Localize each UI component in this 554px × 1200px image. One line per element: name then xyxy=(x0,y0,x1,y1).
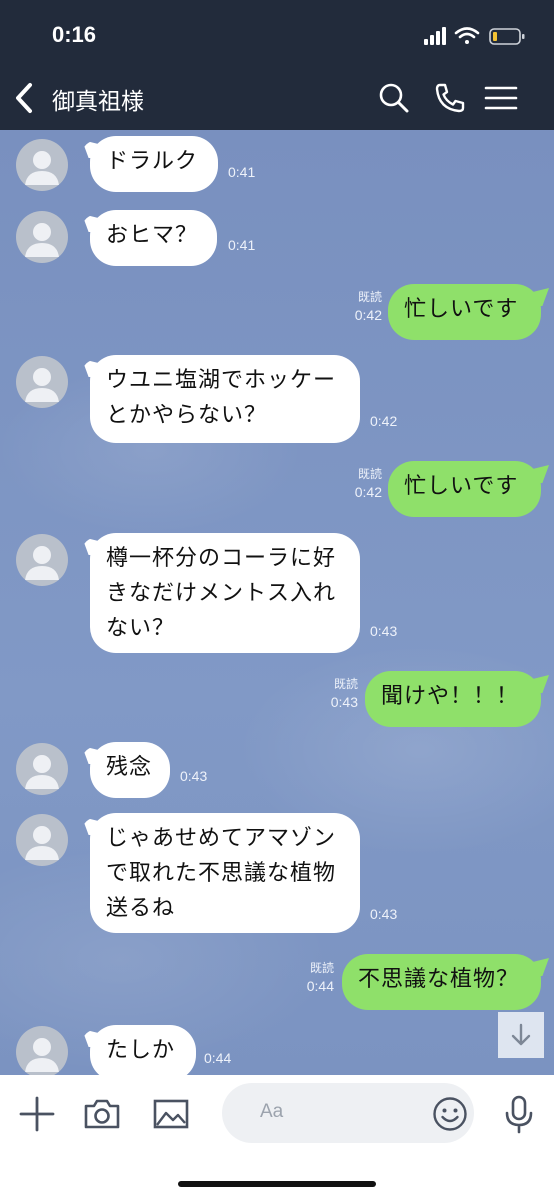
message-input[interactable]: Aa xyxy=(222,1083,474,1143)
message-time: 0:43 xyxy=(370,906,398,922)
incoming-message[interactable]: 残念 xyxy=(90,742,170,798)
incoming-message[interactable]: たしか xyxy=(90,1025,196,1075)
message-time: 0:42 xyxy=(354,484,382,500)
search-icon[interactable] xyxy=(376,80,412,116)
read-receipt: 既読 xyxy=(309,961,334,975)
message-time: 0:44 xyxy=(306,978,334,994)
message-text: 不思議な植物？ xyxy=(358,967,520,992)
contact-avatar[interactable] xyxy=(16,814,68,866)
chat-title: 御真祖様 xyxy=(52,89,144,115)
message-meta: 既読 0:42 xyxy=(340,288,382,324)
message-line: じゃあせめてアマゾン xyxy=(106,826,337,851)
message-meta: 既読 0:42 xyxy=(340,465,382,501)
arrow-down-icon xyxy=(511,1023,531,1046)
default-avatar-icon xyxy=(25,223,59,257)
phone-icon[interactable] xyxy=(432,80,468,116)
incoming-message[interactable]: 樽一杯分のコーラに好 きなだけメントス入れ ない？ xyxy=(90,533,360,653)
outgoing-message[interactable]: 不思議な植物？ xyxy=(342,954,541,1010)
outgoing-message[interactable]: 忙しいです xyxy=(388,461,541,517)
contact-avatar[interactable] xyxy=(16,1026,68,1075)
contact-avatar[interactable] xyxy=(16,139,68,191)
message-line: ない？ xyxy=(106,616,176,641)
message-time: 0:43 xyxy=(370,623,398,639)
status-time: 0:16 xyxy=(52,22,97,47)
chevron-left-icon xyxy=(16,83,32,113)
plus-icon[interactable] xyxy=(16,1093,58,1135)
input-placeholder: Aa xyxy=(260,1101,284,1122)
message-time: 0:42 xyxy=(354,307,382,323)
read-receipt: 既読 xyxy=(357,290,382,304)
contact-avatar[interactable] xyxy=(16,211,68,263)
contact-avatar[interactable] xyxy=(16,534,68,586)
signal-icon xyxy=(424,27,446,45)
outgoing-message[interactable]: 忙しいです xyxy=(388,284,541,340)
default-avatar-icon xyxy=(25,1038,59,1072)
message-line: で取れた不思議な植物 xyxy=(106,861,337,886)
menu-icon[interactable] xyxy=(484,80,518,116)
status-icons xyxy=(424,27,525,45)
incoming-message[interactable]: ウユニ塩湖でホッケー とかやらない？ xyxy=(90,355,360,443)
message-text: 忙しいです xyxy=(404,297,519,322)
default-avatar-icon xyxy=(25,546,59,580)
header-bar: 0:16 御真祖様 xyxy=(0,0,554,130)
message-text: 聞けや！！！ xyxy=(381,684,520,709)
message-meta: 既読 0:43 xyxy=(316,675,358,711)
default-avatar-icon xyxy=(25,826,59,860)
contact-avatar[interactable] xyxy=(16,743,68,795)
default-avatar-icon xyxy=(25,368,59,402)
wifi-icon xyxy=(454,27,480,44)
message-meta: 既読 0:44 xyxy=(292,959,334,995)
message-line: 樽一杯分のコーラに好 xyxy=(106,546,337,571)
message-text: ドラルク xyxy=(106,149,199,174)
read-receipt: 既読 xyxy=(357,467,382,481)
read-receipt: 既読 xyxy=(333,677,358,691)
camera-icon[interactable] xyxy=(81,1093,123,1135)
message-time: 0:44 xyxy=(204,1050,232,1066)
outgoing-message[interactable]: 聞けや！！！ xyxy=(365,671,541,727)
emoji-icon[interactable] xyxy=(432,1096,468,1132)
battery-icon xyxy=(489,28,525,45)
default-avatar-icon xyxy=(25,755,59,789)
message-text: 忙しいです xyxy=(404,474,519,499)
message-time: 0:43 xyxy=(180,768,208,784)
message-line: とかやらない？ xyxy=(106,403,268,428)
incoming-message[interactable]: おヒマ？ xyxy=(90,210,217,266)
message-text: 残念 xyxy=(106,755,153,780)
contact-avatar[interactable] xyxy=(16,356,68,408)
message-line: 送るね xyxy=(106,896,176,921)
message-line: きなだけメントス入れ xyxy=(106,581,337,606)
microphone-icon[interactable] xyxy=(498,1093,540,1135)
message-time: 0:41 xyxy=(228,164,256,180)
image-icon[interactable] xyxy=(150,1093,192,1135)
home-indicator[interactable] xyxy=(178,1181,376,1187)
default-avatar-icon xyxy=(25,151,59,185)
message-line: ウユニ塩湖でホッケー xyxy=(106,368,337,393)
message-time: 0:42 xyxy=(370,413,398,429)
message-time: 0:43 xyxy=(330,694,358,710)
scroll-to-bottom-button[interactable] xyxy=(498,1012,544,1058)
chat-area[interactable]: ドラルク 0:41 おヒマ？ 0:41 既読 0:42 忙しいです ウユニ塩湖で… xyxy=(0,130,554,1075)
message-text: おヒマ？ xyxy=(106,223,199,248)
message-time: 0:41 xyxy=(228,237,256,253)
back-button[interactable] xyxy=(10,80,40,116)
incoming-message[interactable]: ドラルク xyxy=(90,136,218,192)
incoming-message[interactable]: じゃあせめてアマゾン で取れた不思議な植物 送るね xyxy=(90,813,360,933)
message-text: たしか xyxy=(106,1038,176,1063)
